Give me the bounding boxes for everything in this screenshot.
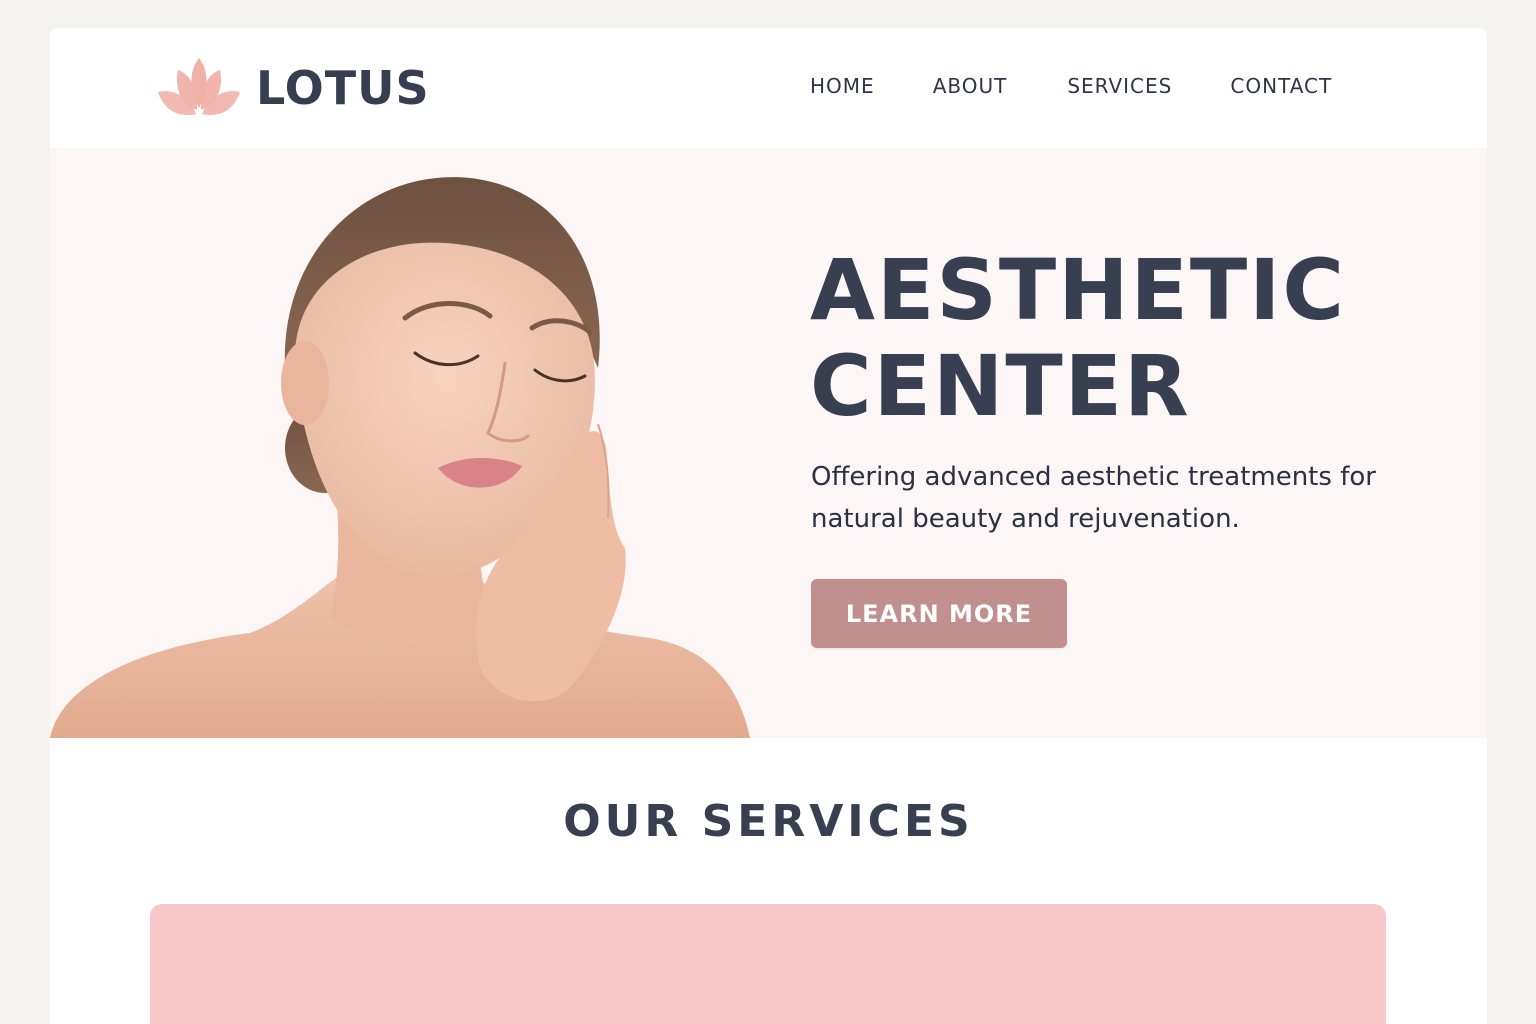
nav-services[interactable]: SERVICES <box>1067 74 1172 98</box>
nav-about[interactable]: ABOUT <box>933 74 1008 98</box>
hero-subtitle: Offering advanced aesthetic treatments f… <box>811 462 1376 534</box>
lotus-flower-icon <box>158 58 240 116</box>
site-header: LOTUS HOME ABOUT SERVICES CONTACT <box>50 28 1487 148</box>
page: LOTUS HOME ABOUT SERVICES CONTACT AESTHE… <box>50 28 1487 1024</box>
nav-contact[interactable]: CONTACT <box>1230 74 1332 98</box>
logo[interactable]: LOTUS <box>156 56 430 120</box>
learn-more-button[interactable]: LEARN MORE <box>811 579 1067 648</box>
nav-home[interactable]: HOME <box>810 74 875 98</box>
main-nav: HOME ABOUT SERVICES CONTACT <box>810 74 1332 98</box>
services-card <box>150 904 1386 1024</box>
hero-title-line-1: AESTHETIC <box>810 241 1347 339</box>
hero-model-photo <box>50 177 750 738</box>
brand-name: LOTUS <box>256 61 430 115</box>
hero-section: AESTHETIC CENTER Offering advanced aesth… <box>50 148 1487 738</box>
hero-title: AESTHETIC CENTER <box>810 242 1430 434</box>
hero-title-line-2: CENTER <box>810 337 1191 435</box>
services-heading: OUR SERVICES <box>563 796 974 847</box>
